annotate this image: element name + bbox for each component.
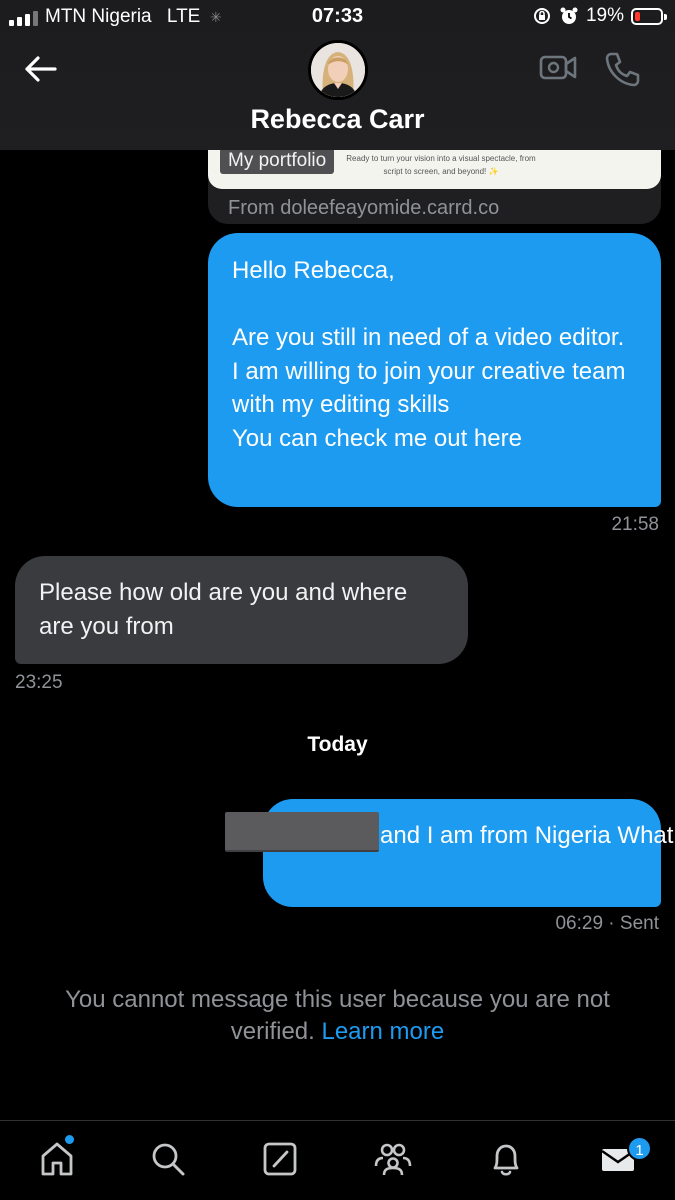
- messages-unread-badge: 1: [627, 1136, 652, 1161]
- message-meta: 06:29 · Sent: [555, 913, 659, 935]
- message-bubble-sent[interactable]: Hello Rebecca, Are you still in need of …: [208, 233, 661, 507]
- learn-more-link[interactable]: Learn more: [321, 1018, 444, 1045]
- message-timestamp: 06:29: [555, 913, 604, 934]
- battery-level: [635, 11, 640, 21]
- home-icon: [41, 1142, 73, 1176]
- message-timestamp: 21:58: [611, 514, 659, 535]
- nav-compose[interactable]: [260, 1139, 300, 1179]
- phone-icon: [605, 52, 640, 87]
- nav-home[interactable]: [37, 1139, 77, 1179]
- profile-photo: [311, 43, 365, 97]
- status-indicators: 19%: [532, 5, 667, 27]
- nav-search[interactable]: [148, 1139, 188, 1179]
- voice-call-button[interactable]: [603, 50, 643, 90]
- back-button[interactable]: [22, 50, 60, 88]
- dm-conversation-screen: My portfolio Ready to turn your vision i…: [0, 0, 675, 1200]
- link-preview-source[interactable]: From doleefeayomide.carrd.co: [228, 197, 499, 220]
- nav-communities[interactable]: [373, 1139, 413, 1179]
- video-camera-icon: [539, 55, 577, 80]
- home-notification-dot: [65, 1135, 74, 1144]
- battery-icon: [631, 7, 667, 25]
- arrow-left-icon: [25, 56, 57, 82]
- battery-percent: 19%: [585, 5, 624, 26]
- message-timestamp: 23:25: [15, 672, 63, 693]
- bottom-navigation: [0, 1120, 675, 1200]
- day-separator: Today: [307, 733, 368, 756]
- search-icon: [152, 1143, 185, 1176]
- video-call-button[interactable]: [538, 50, 578, 86]
- verification-notice: You cannot message this user because you…: [30, 984, 645, 1048]
- communities-icon: [374, 1143, 412, 1176]
- orientation-lock-icon: [533, 8, 550, 24]
- message-bubble-received[interactable]: Please how old are you and where are you…: [15, 556, 468, 664]
- compose-icon: [263, 1142, 297, 1176]
- link-preview-chip: My portfolio: [220, 148, 335, 174]
- contact-name[interactable]: Rebecca Carr: [0, 104, 675, 135]
- status-bar: MTN Nigeria LTE ✳ 07:33 19%: [0, 0, 675, 34]
- nav-notifications[interactable]: [486, 1139, 526, 1179]
- alarm-icon: [560, 7, 578, 24]
- link-preview-blurb: Ready to turn your vision into a visual …: [346, 154, 536, 176]
- message-status: · Sent: [608, 913, 659, 934]
- redaction-block: [225, 812, 379, 852]
- notifications-icon: [493, 1144, 519, 1176]
- avatar[interactable]: [308, 40, 368, 100]
